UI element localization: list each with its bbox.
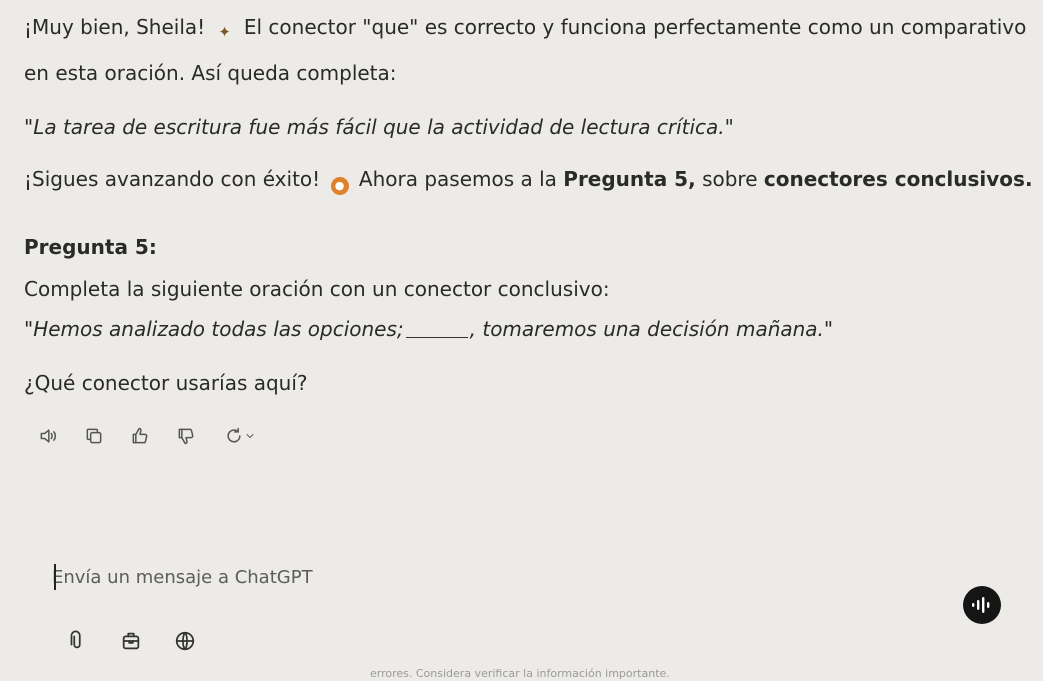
next-intro-text: Ahora pasemos a la [358,167,557,191]
attach-icon [70,630,81,649]
message-line-2: en esta oración. Así queda completa: [24,61,397,85]
question-heading: Pregunta 5: [24,235,157,259]
orange-circle-emoji-icon: ● [330,177,349,195]
regenerate-button[interactable] [220,424,260,448]
globe-icon [175,631,195,651]
message-line-4: ¡Sigues avanzando con éxito! ● Ahora pas… [24,166,1033,195]
tools-icon [122,632,140,650]
bad-response-button[interactable] [174,424,198,448]
feedback-text: El conector "que" es correcto y funciona… [243,15,1027,39]
sentence-part-2: , tomaremos una decisión mañana." [469,317,834,341]
question-sentence: "Hemos analizado todas las opciones; , to… [24,316,833,342]
speaker-icon [40,429,57,443]
message-actions [36,424,260,448]
completed-sentence-quote: "La tarea de escritura fue más fácil que… [24,115,734,139]
topic-text: conectores conclusivos. [763,167,1033,191]
sentence-part-1: "Hemos analizado todas las opciones; [24,317,404,341]
good-response-button[interactable] [128,424,152,448]
star-emoji-icon: ✦ [218,23,231,41]
regenerate-icon [227,427,241,443]
composer-tools [64,628,198,654]
read-aloud-button[interactable] [36,424,60,448]
progress-text: ¡Sigues avanzando con éxito! [24,167,321,191]
tools-button[interactable] [118,628,144,654]
attach-button[interactable] [64,628,90,654]
about-text: sobre [702,167,758,191]
text-cursor [54,564,56,590]
message-input[interactable] [52,562,752,592]
disclaimer-text: errores. Considera verificar la informac… [370,667,670,680]
copy-icon [86,428,102,444]
search-web-button[interactable] [172,628,198,654]
voice-mode-button[interactable] [963,586,1001,624]
question-prompt: ¿Qué conector usarías aquí? [24,371,308,395]
greeting-text: ¡Muy bien, Sheila! [24,15,206,39]
chevron-down-icon [246,434,254,438]
question-instruction: Completa la siguiente oración con un con… [24,277,610,301]
message-composer [40,556,1020,666]
thumbs-down-icon [178,428,194,445]
next-question-ref: Pregunta 5, [563,167,696,191]
answer-blank [405,337,468,338]
copy-button[interactable] [82,424,106,448]
voice-mode-icon [972,597,990,613]
message-line-1: ¡Muy bien, Sheila! ✦ El conector "que" e… [24,14,1026,41]
thumbs-up-icon [132,427,148,444]
